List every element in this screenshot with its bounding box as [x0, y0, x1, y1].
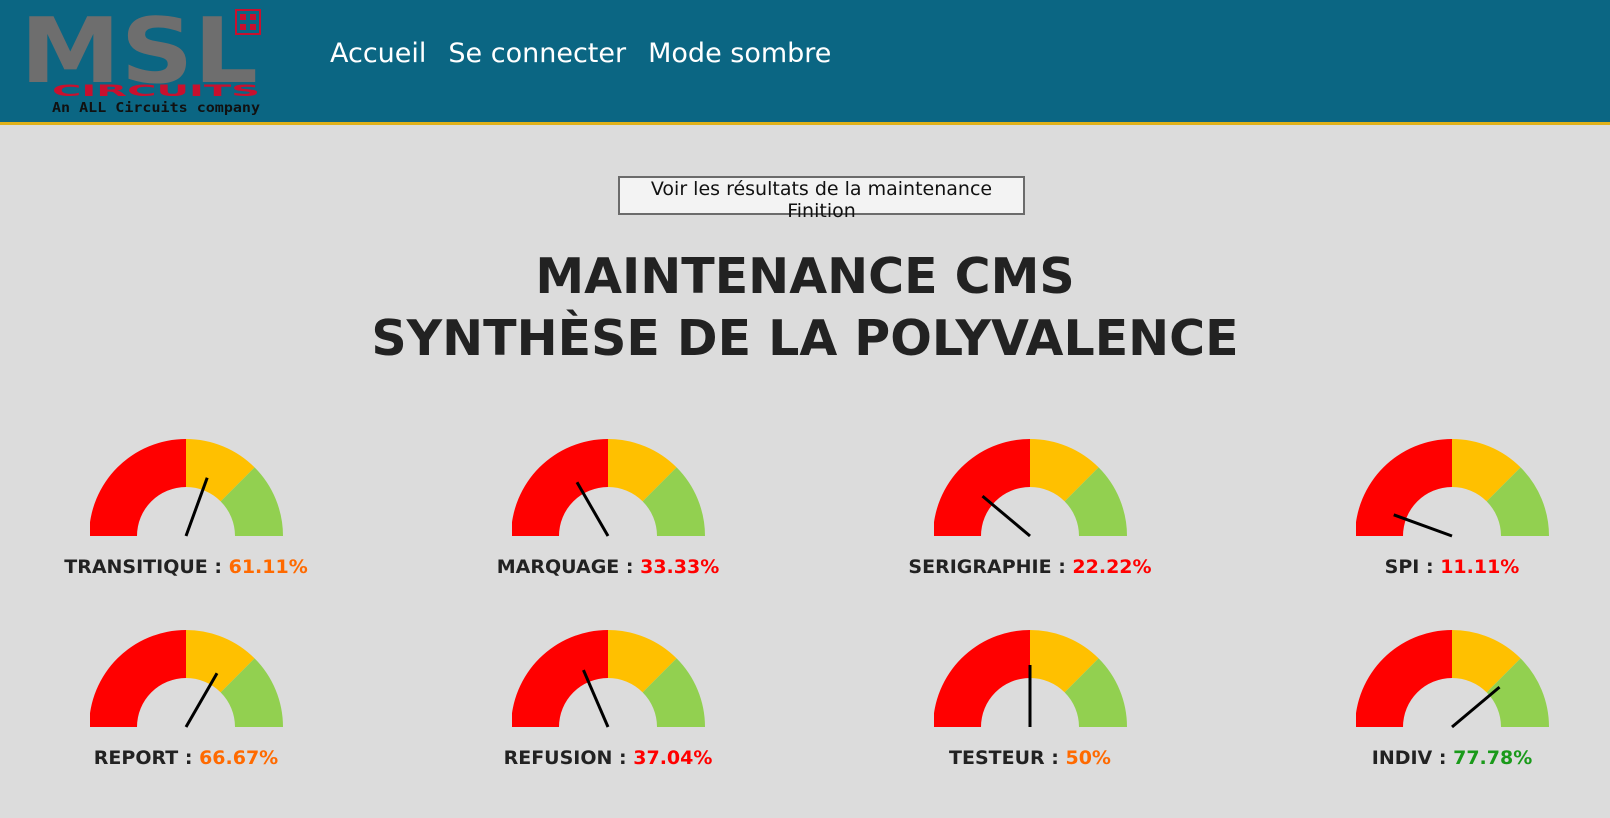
svg-text:An ALL Circuits company: An ALL Circuits company — [52, 101, 260, 116]
gauge-percentage: 33.33% — [640, 556, 720, 578]
gauge-separator: : — [1044, 747, 1066, 769]
nav-accueil[interactable]: Accueil — [330, 38, 426, 69]
gauge-zone-red — [934, 630, 1030, 727]
title-line-2: SYNTHÈSE DE LA POLYVALENCE — [371, 310, 1239, 367]
main-nav: Accueil Se connecter Mode sombre — [330, 38, 831, 69]
gauge-needle — [575, 481, 610, 537]
gauge-needle — [184, 672, 219, 728]
gauge-separator: : — [1419, 556, 1441, 578]
gauge-percentage: 61.11% — [228, 556, 308, 578]
gauge-percentage: 66.67% — [199, 747, 279, 769]
gauge-testeur: TESTEUR : 50% — [850, 629, 1210, 799]
gauge-label: REFUSION : 37.04% — [428, 747, 788, 769]
gauge-dial — [934, 439, 1127, 538]
nav-se-connecter[interactable]: Se connecter — [448, 38, 626, 69]
gauge-dial — [512, 630, 705, 728]
gauge-label: SPI : 11.11% — [1272, 556, 1610, 578]
gauge-zone-red — [934, 439, 1030, 536]
gauge-percentage: 37.04% — [633, 747, 713, 769]
gauge-transitique: TRANSITIQUE : 61.11% — [6, 438, 366, 608]
gauge-separator: : — [612, 747, 634, 769]
gauge-percentage: 50% — [1065, 747, 1111, 769]
gauge-percentage: 11.11% — [1440, 556, 1520, 578]
gauge-dial — [934, 630, 1127, 727]
gauge-zone-red — [90, 439, 186, 536]
svg-text:CIRCUITS: CIRCUITS — [52, 81, 260, 100]
title-line-1: MAINTENANCE CMS — [535, 248, 1075, 305]
gauge-serigraphie: SERIGRAPHIE : 22.22% — [850, 438, 1210, 608]
gauge-name: INDIV — [1371, 747, 1433, 769]
gauge-label: INDIV : 77.78% — [1272, 747, 1610, 769]
gauge-label: SERIGRAPHIE : 22.22% — [850, 556, 1210, 578]
nav-mode-sombre[interactable]: Mode sombre — [648, 38, 831, 69]
msl-circuits-logo[interactable]: MSL CIRCUITS An ALL Circuits company — [18, 6, 273, 118]
gauge-dial — [90, 630, 283, 728]
gauge-zone-red — [512, 439, 608, 536]
gauge-dial — [1356, 630, 1549, 729]
gauge-separator: : — [1432, 747, 1454, 769]
gauge-name: REPORT — [93, 747, 179, 769]
gauge-name: SPI — [1384, 556, 1420, 578]
gauge-report: REPORT : 66.67% — [6, 629, 366, 799]
gauge-indiv: INDIV : 77.78% — [1272, 629, 1610, 799]
page-title: MAINTENANCE CMS SYNTHÈSE DE LA POLYVALEN… — [0, 246, 1610, 370]
gauge-separator: : — [619, 556, 641, 578]
gauge-label: TRANSITIQUE : 61.11% — [6, 556, 366, 578]
gauge-percentage: 22.22% — [1072, 556, 1152, 578]
gauge-refusion: REFUSION : 37.04% — [428, 629, 788, 799]
gauge-label: MARQUAGE : 33.33% — [428, 556, 788, 578]
gauge-spi: SPI : 11.11% — [1272, 438, 1610, 608]
gauge-zone-red — [1356, 630, 1452, 727]
gauge-separator: : — [207, 556, 229, 578]
gauge-label: TESTEUR : 50% — [850, 747, 1210, 769]
gauge-marquage: MARQUAGE : 33.33% — [428, 438, 788, 608]
view-finition-results-button[interactable]: Voir les résultats de la maintenance Fin… — [618, 176, 1025, 222]
gauge-name: TRANSITIQUE — [64, 556, 208, 578]
gauge-needle — [1451, 686, 1501, 729]
gauge-zone-red — [512, 630, 608, 727]
gauge-zone-red — [1356, 439, 1452, 536]
gauge-name: REFUSION — [503, 747, 613, 769]
gauge-percentage: 77.78% — [1453, 747, 1533, 769]
gauge-dial — [1356, 439, 1549, 538]
gauge-dial — [90, 439, 283, 537]
gauge-name: TESTEUR — [949, 747, 1045, 769]
gauge-label: REPORT : 66.67% — [6, 747, 366, 769]
gauge-separator: : — [178, 747, 200, 769]
gauge-separator: : — [1051, 556, 1073, 578]
gauge-zone-red — [90, 630, 186, 727]
gauge-dial — [512, 439, 705, 537]
gauge-name: SERIGRAPHIE — [908, 556, 1052, 578]
top-header: MSL CIRCUITS An ALL Circuits company Acc… — [0, 0, 1610, 125]
gauge-needle — [981, 495, 1031, 538]
gauge-name: MARQUAGE — [496, 556, 620, 578]
